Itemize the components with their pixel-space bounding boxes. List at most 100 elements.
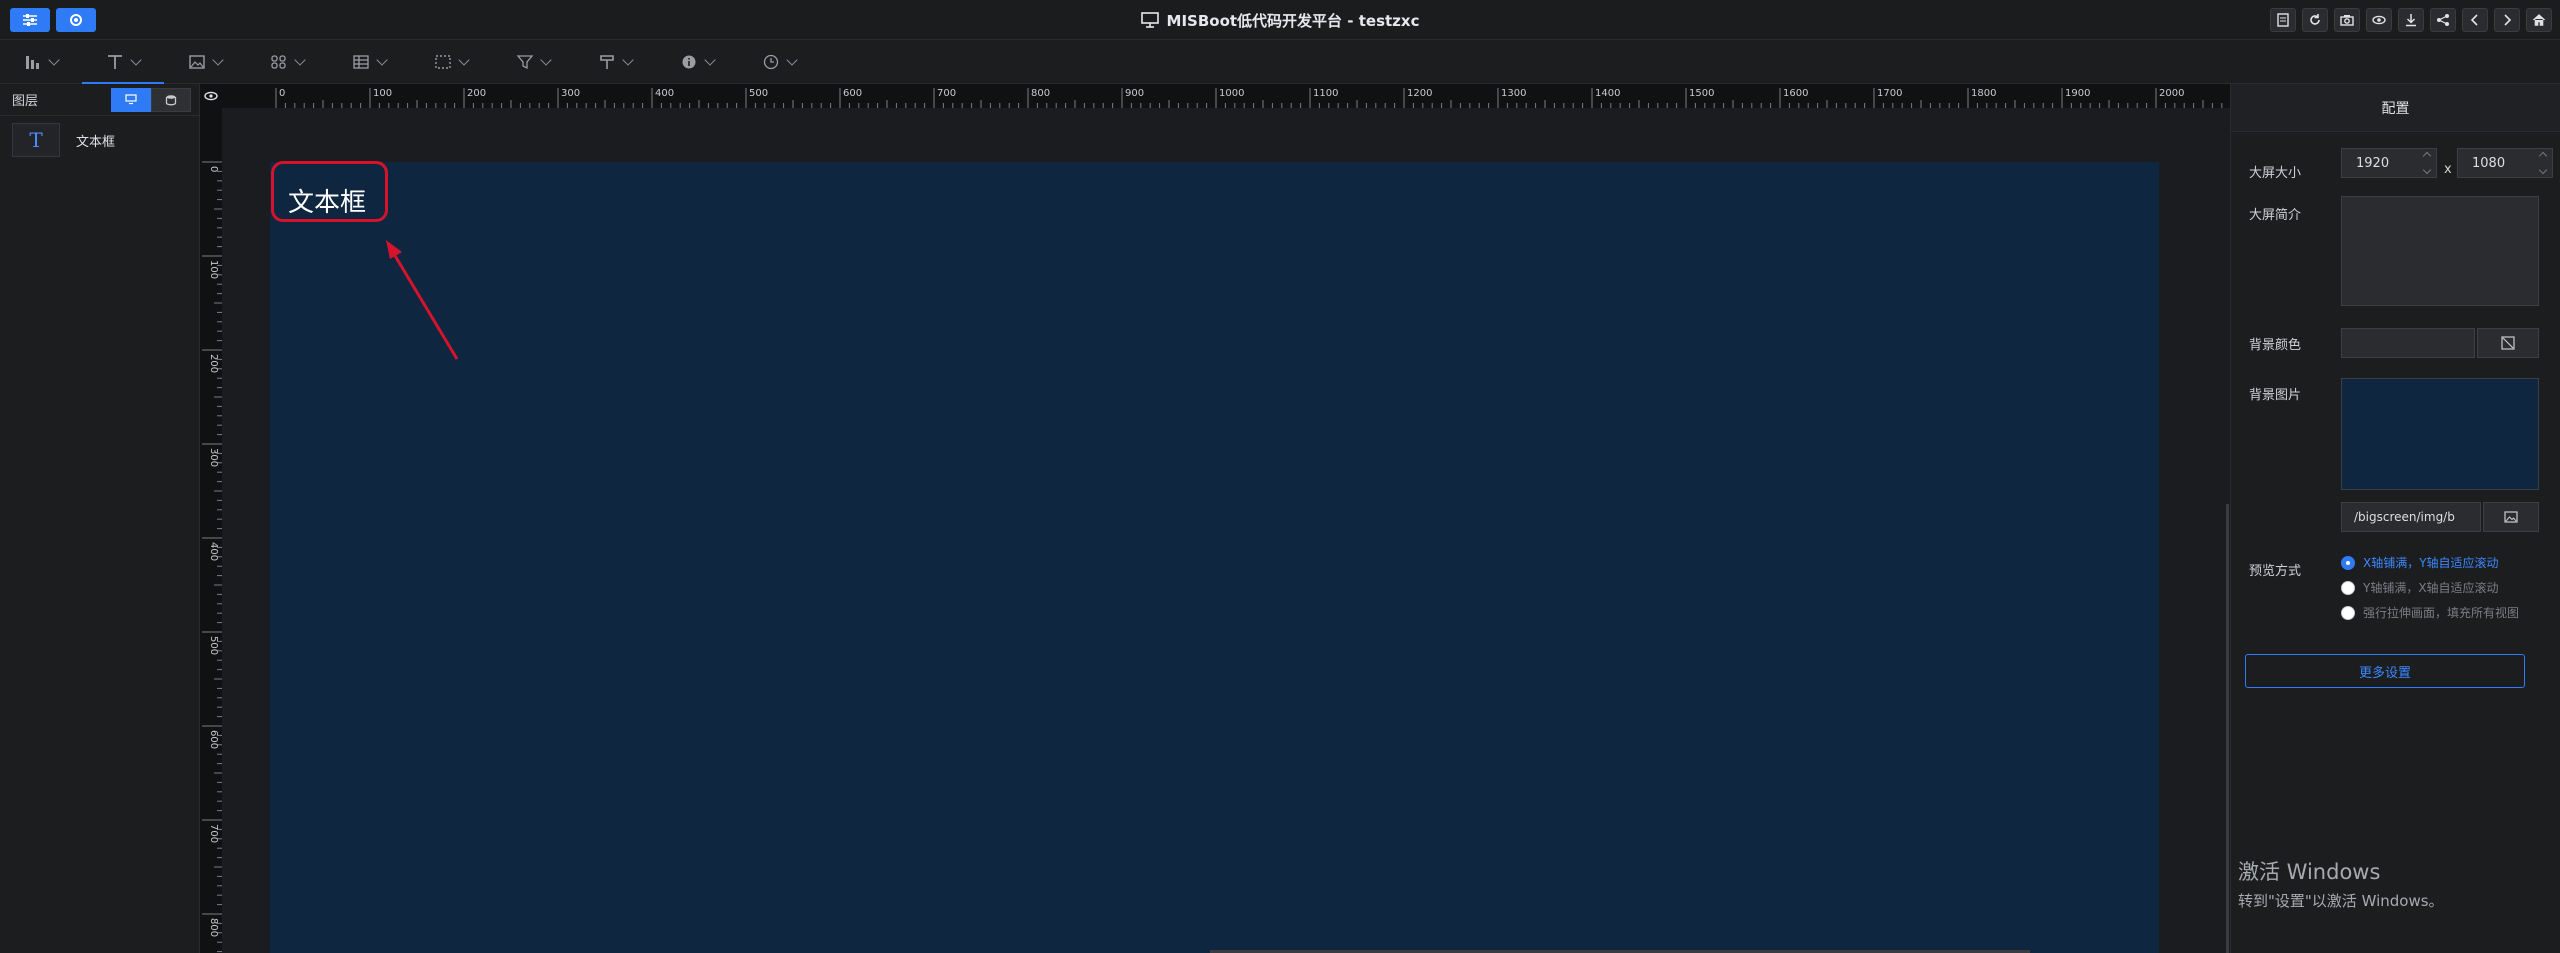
tool-frame[interactable] <box>410 40 492 84</box>
preview-label: 预览方式 <box>2249 564 2302 579</box>
ruler-label: 800 <box>208 918 219 937</box>
ruler-label: 1100 <box>1313 88 1338 99</box>
ruler-label: 1900 <box>2065 88 2090 99</box>
tool-image[interactable] <box>164 40 246 84</box>
header-actions <box>2270 8 2552 32</box>
ruler-label: 1400 <box>1595 88 1620 99</box>
eye-icon <box>2372 15 2386 25</box>
ruler-label: 700 <box>208 824 219 843</box>
download-icon <box>2406 14 2416 27</box>
preview-option-y-fill[interactable]: Y轴铺满，X轴自适应滚动 <box>2341 579 2499 596</box>
view-screen-button[interactable] <box>111 87 151 112</box>
tool-table[interactable] <box>328 40 410 84</box>
tool-grid[interactable] <box>246 40 328 84</box>
text-layer-icon: T <box>12 123 60 157</box>
bg-color-label: 背景颜色 <box>2249 338 2302 353</box>
sliders-icon <box>23 14 37 26</box>
color-picker-icon <box>2501 336 2515 350</box>
camera-icon <box>2340 15 2354 26</box>
text-icon <box>108 55 122 69</box>
image-icon <box>2504 511 2518 523</box>
size-label: 大屏大小 <box>2249 166 2302 181</box>
database-icon <box>165 94 177 105</box>
grid-icon <box>271 55 286 69</box>
monitor-icon <box>125 94 137 105</box>
tool-text[interactable] <box>82 40 164 84</box>
config-panel: 配置 大屏大小 1920 x 1080 大屏简介 背景颜色 背景图片 /bigs… <box>2230 84 2560 953</box>
preview-option-label: X轴铺满，Y轴自适应滚动 <box>2363 556 2499 570</box>
tool-clock[interactable] <box>738 40 820 84</box>
ruler-label: 400 <box>208 542 219 561</box>
windows-watermark: 激活 Windows 转到"设置"以激活 Windows。 <box>2238 856 2444 911</box>
preview-button[interactable] <box>2366 8 2392 32</box>
tool-info[interactable] <box>656 40 738 84</box>
intro-label: 大屏简介 <box>2249 208 2302 223</box>
width-input[interactable]: 1920 <box>2341 148 2437 178</box>
tool-brush[interactable] <box>574 40 656 84</box>
filter-icon <box>516 55 534 70</box>
width-value: 1920 <box>2356 155 2390 171</box>
refresh-button[interactable] <box>2302 8 2328 32</box>
ruler-label: 1000 <box>1219 88 1244 99</box>
app-title: MISBoot低代码开发平台 - testzxc <box>1166 11 1420 30</box>
frame-icon <box>435 55 451 69</box>
tool-chart[interactable] <box>0 40 82 84</box>
bg-image-path: /bigscreen/img/b <box>2354 510 2455 524</box>
vertical-scrollbar[interactable] <box>2226 504 2229 953</box>
download-button[interactable] <box>2398 8 2424 32</box>
notes-button[interactable] <box>2270 8 2296 32</box>
intro-textarea[interactable] <box>2341 196 2539 306</box>
more-settings-button[interactable]: 更多设置 <box>2245 654 2525 688</box>
ruler-label: 1700 <box>1877 88 1902 99</box>
height-input[interactable]: 1080 <box>2457 148 2553 178</box>
bg-color-input[interactable] <box>2341 328 2475 358</box>
size-separator: x <box>2444 162 2452 177</box>
bg-image-label: 背景图片 <box>2249 388 2302 403</box>
next-button[interactable] <box>2494 8 2520 32</box>
ruler-label: 600 <box>208 730 219 749</box>
watermark-line2: 转到"设置"以激活 Windows。 <box>2238 892 2444 910</box>
top-bar: MISBoot低代码开发平台 - testzxc <box>0 0 2560 40</box>
choose-image-button[interactable] <box>2483 502 2539 532</box>
ruler-label: 600 <box>843 88 862 99</box>
settings-button[interactable] <box>56 8 96 32</box>
tool-filter[interactable] <box>492 40 574 84</box>
preview-option-stretch[interactable]: 强行拉伸画面，填充所有视图 <box>2341 604 2519 621</box>
brush-icon <box>600 55 614 69</box>
prev-icon <box>2470 14 2478 26</box>
share-icon <box>2437 14 2449 26</box>
screenshot-button[interactable] <box>2334 8 2360 32</box>
ruler-label: 1600 <box>1783 88 1808 99</box>
app-title-wrap: MISBoot低代码开发平台 - testzxc <box>0 0 2560 40</box>
table-icon <box>353 55 369 69</box>
layers-header: 图层 <box>0 84 199 116</box>
sliders-button[interactable] <box>10 8 50 32</box>
ruler-label: 2000 <box>2159 88 2184 99</box>
share-button[interactable] <box>2430 8 2456 32</box>
layer-label: 文本框 <box>76 134 116 150</box>
ruler-label: 500 <box>749 88 768 99</box>
color-picker-button[interactable] <box>2477 328 2539 358</box>
gear-icon <box>70 14 82 26</box>
home-button[interactable] <box>2526 8 2552 32</box>
tab-config[interactable]: 配置 <box>2231 84 2560 132</box>
refresh-icon <box>2310 14 2320 25</box>
ruler-label: 800 <box>1031 88 1050 99</box>
bg-image-preview[interactable] <box>2341 378 2539 490</box>
ruler-label: 900 <box>1125 88 1144 99</box>
next-icon <box>2504 14 2512 26</box>
component-toolbar <box>0 40 2560 84</box>
ruler-label: 500 <box>208 636 219 655</box>
layer-item[interactable]: T 文本框 <box>0 116 199 164</box>
view-data-button[interactable] <box>151 87 191 112</box>
bg-image-path-input[interactable]: /bigscreen/img/b <box>2341 502 2481 532</box>
info-icon <box>682 55 696 69</box>
prev-button[interactable] <box>2462 8 2488 32</box>
ruler-label: 400 <box>655 88 674 99</box>
notes-icon <box>2277 13 2289 27</box>
preview-option-x-fill[interactable]: X轴铺满，Y轴自适应滚动 <box>2341 554 2499 571</box>
home-icon <box>2532 14 2546 26</box>
image-icon <box>189 55 205 69</box>
ruler-label: 1300 <box>1501 88 1526 99</box>
annotation-arrow <box>386 240 459 360</box>
